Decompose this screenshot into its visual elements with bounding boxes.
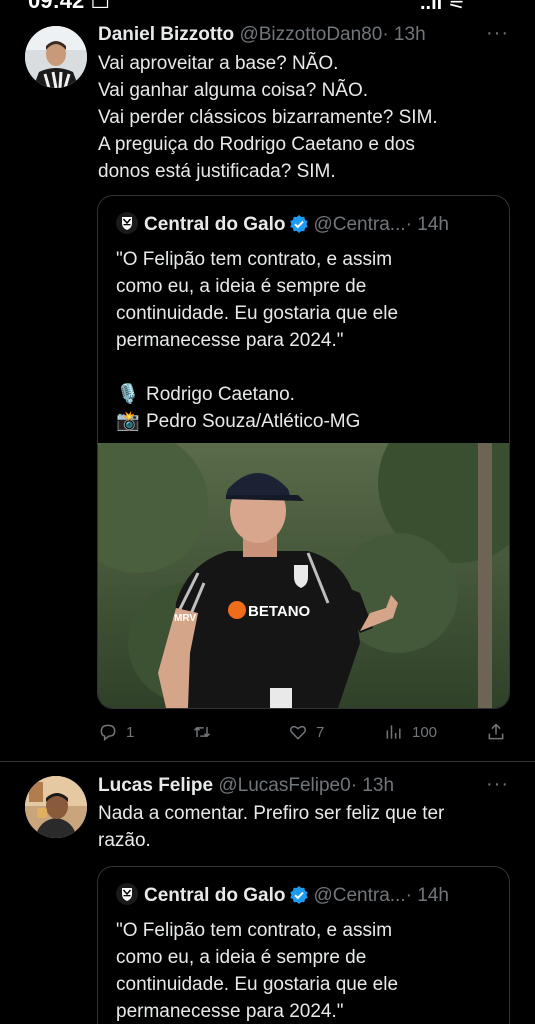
more-options-icon[interactable]: ··· <box>486 773 509 796</box>
tweet-line: Vai aproveitar a base? NÃO. <box>98 53 339 74</box>
verified-badge-icon <box>289 214 309 234</box>
microphone-icon: 🎙️ <box>116 384 140 405</box>
tweet-time[interactable]: · 13h <box>351 775 394 796</box>
credit-text: Pedro Souza/Atlético-MG <box>146 411 361 432</box>
tweet-actions: 1 7 100 <box>98 720 510 744</box>
credit-text: Rodrigo Caetano. <box>146 384 295 405</box>
quote-author-name[interactable]: Central do Galo <box>144 885 285 906</box>
quoted-tweet[interactable]: Central do Galo @Centra...· 14h "O Felip… <box>97 866 510 1024</box>
author-handle[interactable]: @BizzottoDan80 <box>239 24 382 45</box>
quote-author-handle[interactable]: @Centra... <box>313 885 405 906</box>
heart-icon <box>289 725 307 740</box>
tweet-header: Daniel Bizzotto @BizzottoDan80· 13h <box>98 23 426 47</box>
quote-spacer <box>116 354 496 381</box>
quote-author-name[interactable]: Central do Galo <box>144 214 285 235</box>
quote-credit: 📸 Pedro Souza/Atlético-MG <box>116 408 496 435</box>
retweet-icon <box>193 726 211 738</box>
retweet-button[interactable] <box>192 720 220 744</box>
quote-header: Central do Galo @Centra...· 14h <box>116 883 449 908</box>
brand-text: MRV <box>174 613 196 624</box>
like-button[interactable]: 7 <box>288 720 324 744</box>
reply-button[interactable]: 1 <box>98 720 134 744</box>
like-count: 7 <box>316 723 325 741</box>
tweet-line: donos está justificada? SIM. <box>98 161 336 182</box>
avatar[interactable] <box>25 776 87 838</box>
quote-line: "O Felipão tem contrato, e assim <box>116 920 393 941</box>
quote-line: continuidade. Eu gostaria que ele <box>116 303 399 324</box>
galo-shield-icon <box>116 883 138 905</box>
more-options-icon[interactable]: ··· <box>486 22 509 45</box>
author-name[interactable]: Lucas Felipe <box>98 775 213 796</box>
quote-photo[interactable]: BETANO MRV <box>98 443 509 708</box>
quote-text: "O Felipão tem contrato, e assim como eu… <box>116 246 496 435</box>
camera-icon: 📸 <box>116 411 140 432</box>
quote-line: "O Felipão tem contrato, e assim <box>116 249 393 270</box>
tweet-line: Vai perder clássicos bizarramente? SIM. <box>98 107 438 128</box>
galo-shield-icon <box>116 212 138 234</box>
share-icon <box>488 723 504 740</box>
quoted-tweet[interactable]: Central do Galo @Centra...· 14h "O Felip… <box>97 195 510 709</box>
tweet-time[interactable]: · 13h <box>382 24 425 45</box>
tweet-line: Nada a comentar. Prefiro ser feliz que t… <box>98 803 445 824</box>
reply-count: 1 <box>126 723 135 741</box>
quote-header: Central do Galo @Centra...· 14h <box>116 212 449 237</box>
quote-time[interactable]: · 14h <box>406 885 449 906</box>
tweet[interactable]: Daniel Bizzotto @BizzottoDan80· 13h ··· … <box>0 0 535 762</box>
quote-line: como eu, a ideia é sempre de <box>116 276 367 297</box>
quote-line: permanecesse para 2024." <box>116 1001 344 1022</box>
quote-author-handle[interactable]: @Centra... <box>313 214 405 235</box>
views-icon <box>386 725 401 739</box>
tweet-header: Lucas Felipe @LucasFelipe0· 13h <box>98 774 394 798</box>
author-name[interactable]: Daniel Bizzotto <box>98 24 234 45</box>
quote-line: permanecesse para 2024." <box>116 330 344 351</box>
views-button[interactable]: 100 <box>384 720 437 744</box>
quote-line: continuidade. Eu gostaria que ele <box>116 974 399 995</box>
verified-badge-icon <box>289 885 309 905</box>
tweet[interactable]: Lucas Felipe @LucasFelipe0· 13h ··· Nada… <box>0 762 535 1024</box>
reply-icon <box>100 724 116 742</box>
tweet-line: A preguiça do Rodrigo Caetano e dos <box>98 134 415 155</box>
sponsor-text: BETANO <box>248 603 311 620</box>
quote-text: "O Felipão tem contrato, e assim como eu… <box>116 917 496 1024</box>
tweet-line: Vai ganhar alguma coisa? NÃO. <box>98 80 369 101</box>
share-button[interactable] <box>486 720 514 744</box>
tweet-line: razão. <box>98 830 151 851</box>
quote-line: como eu, a ideia é sempre de <box>116 947 367 968</box>
quote-credit: 🎙️ Rodrigo Caetano. <box>116 381 496 408</box>
quote-time[interactable]: · 14h <box>406 214 449 235</box>
view-count: 100 <box>412 723 438 741</box>
tweet-text: Nada a comentar. Prefiro ser feliz que t… <box>98 800 518 854</box>
author-handle[interactable]: @LucasFelipe0 <box>218 775 350 796</box>
avatar[interactable] <box>25 26 87 88</box>
tweet-text: Vai aproveitar a base? NÃO. Vai ganhar a… <box>98 50 518 185</box>
